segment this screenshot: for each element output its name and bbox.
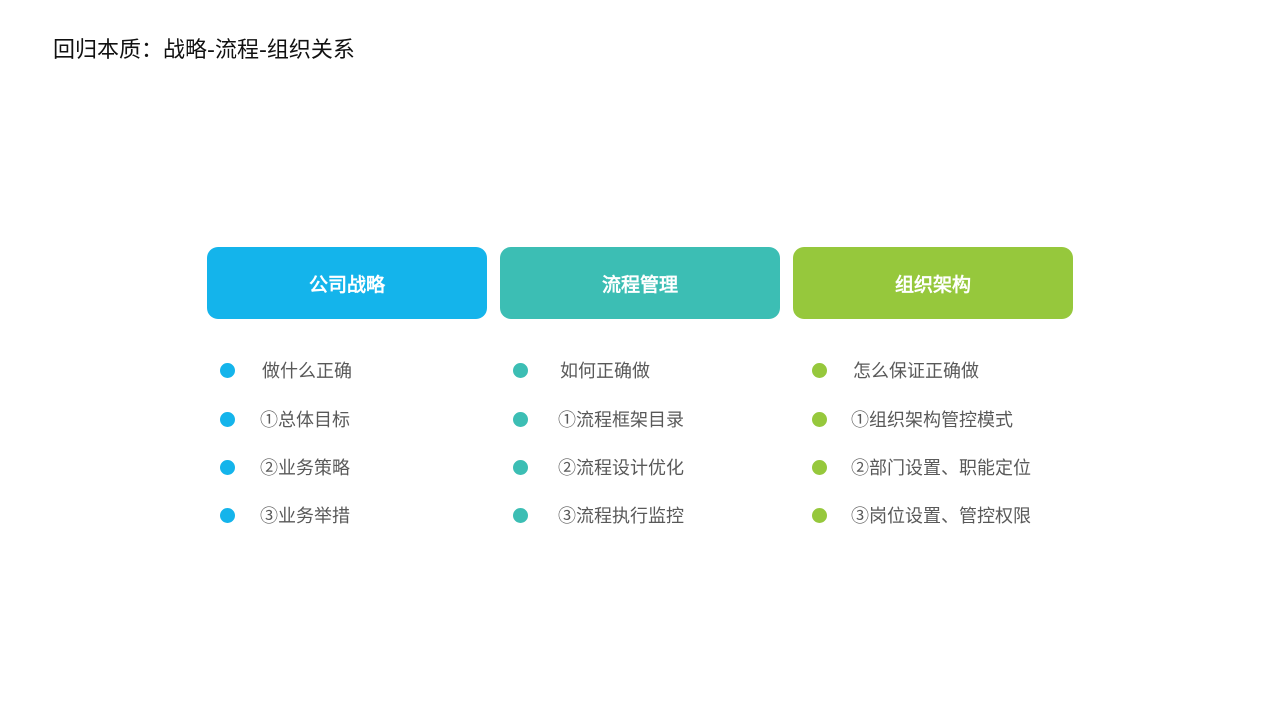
list-item: 怎么保证正确做 <box>793 357 979 383</box>
list-item: ②流程设计优化 <box>500 454 684 480</box>
list-item-label: ③岗位设置、管控权限 <box>851 506 1031 527</box>
bullet-dot-icon <box>513 411 528 427</box>
column-process: 流程管理 如何正确做 ①流程框架目录 ②流程设计优化 ③流程执行监控 <box>500 247 780 527</box>
list-item: ③流程执行监控 <box>500 502 684 528</box>
list-item-label: ③流程执行监控 <box>558 506 684 527</box>
list-item: 做什么正确 <box>207 357 352 383</box>
list-item: ③业务举措 <box>207 502 350 528</box>
list-item-label: ①组织架构管控模式 <box>851 410 1013 431</box>
page-title: 回归本质：战略-流程-组织关系 <box>53 38 355 63</box>
bullet-dot-icon <box>220 411 235 427</box>
bullet-dot-icon <box>812 459 827 475</box>
list-item: ①总体目标 <box>207 406 350 432</box>
list-item-label: 如何正确做 <box>560 361 650 382</box>
bullet-dot-icon <box>513 459 528 475</box>
bullet-dot-icon <box>812 507 827 523</box>
list-item-label: 怎么保证正确做 <box>853 361 979 382</box>
column-organization: 组织架构 怎么保证正确做 ①组织架构管控模式 ②部门设置、职能定位 ③岗位设置、… <box>793 247 1073 527</box>
organization-header: 组织架构 <box>793 247 1073 319</box>
list-item-label: ②部门设置、职能定位 <box>851 458 1031 479</box>
bullet-dot-icon <box>513 507 528 523</box>
bullet-dot-icon <box>812 362 827 378</box>
bullet-dot-icon <box>220 507 235 523</box>
bullet-dot-icon <box>220 362 235 378</box>
list-item-label: ②业务策略 <box>260 458 350 479</box>
bullet-dot-icon <box>220 459 235 475</box>
list-item-label: ①总体目标 <box>260 410 350 431</box>
list-item-label: 做什么正确 <box>262 361 352 382</box>
column-strategy: 公司战略 做什么正确 ①总体目标 ②业务策略 ③业务举措 <box>207 247 487 527</box>
process-header: 流程管理 <box>500 247 780 319</box>
bullet-dot-icon <box>812 411 827 427</box>
list-item: ①流程框架目录 <box>500 406 684 432</box>
strategy-header: 公司战略 <box>207 247 487 319</box>
list-item: 如何正确做 <box>500 357 650 383</box>
list-item-label: ①流程框架目录 <box>558 410 684 431</box>
list-item: ②业务策略 <box>207 454 350 480</box>
list-item: ①组织架构管控模式 <box>793 406 1013 432</box>
bullet-dot-icon <box>513 362 528 378</box>
list-item: ③岗位设置、管控权限 <box>793 502 1031 528</box>
list-item-label: ②流程设计优化 <box>558 458 684 479</box>
list-item: ②部门设置、职能定位 <box>793 454 1031 480</box>
list-item-label: ③业务举措 <box>260 506 350 527</box>
